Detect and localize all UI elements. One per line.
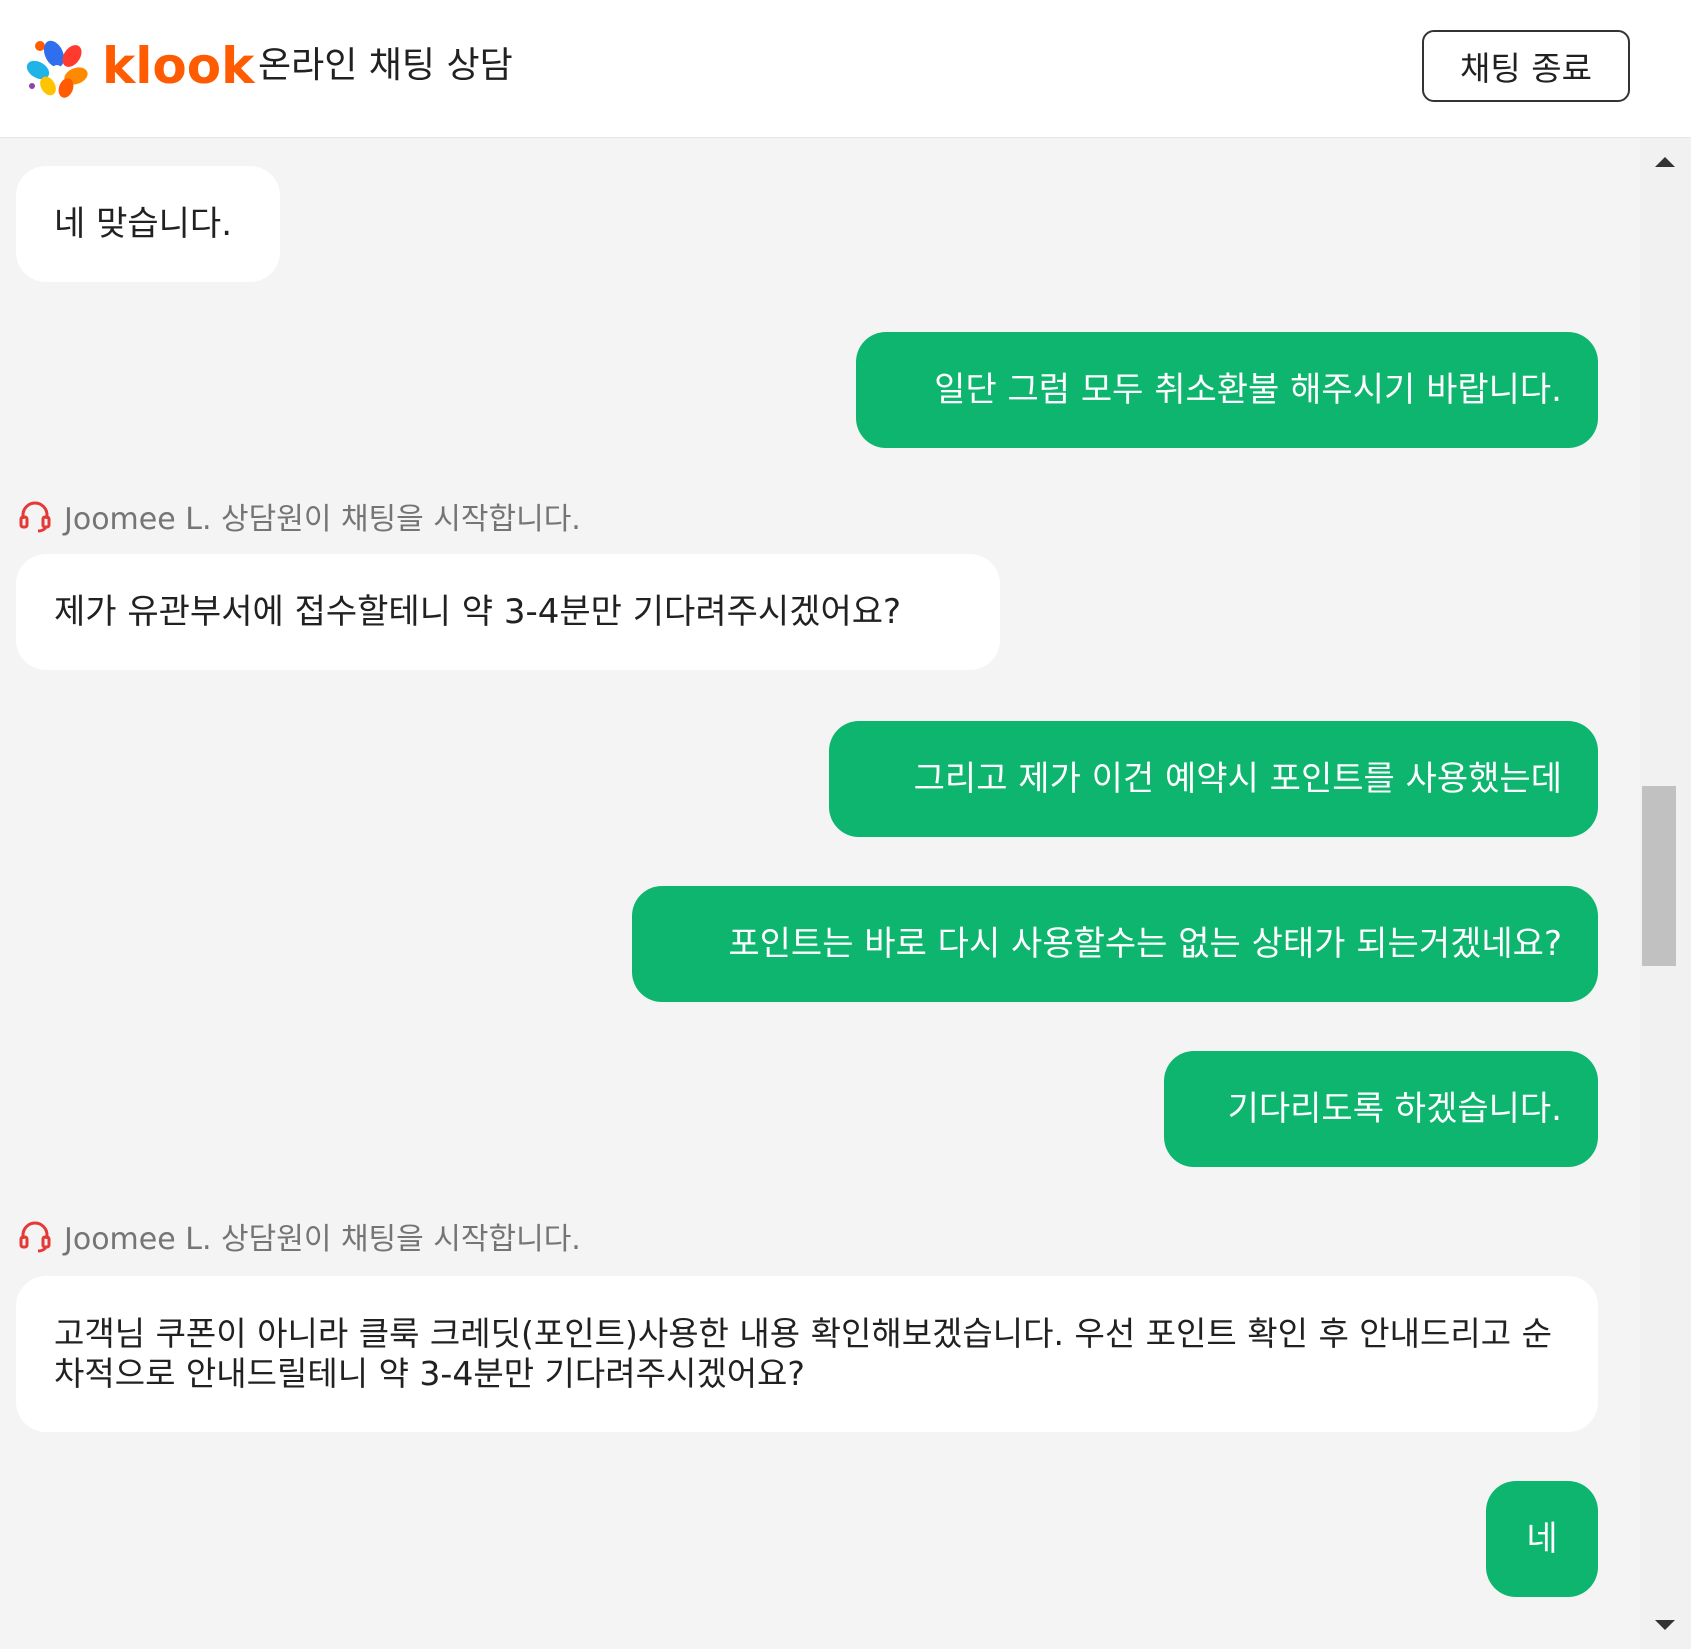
headset-icon	[19, 1221, 51, 1253]
klook-logo-icon	[26, 40, 88, 98]
chat-header: klook 온라인 채팅 상담 채팅 종료	[0, 0, 1691, 138]
scrollbar[interactable]	[1640, 138, 1691, 1649]
arrow-down-icon[interactable]	[1650, 1611, 1680, 1641]
arrow-up-icon[interactable]	[1650, 146, 1680, 176]
klook-logo-text: klook	[102, 37, 255, 95]
page-title: 온라인 채팅 상담	[258, 45, 513, 86]
agent-message: 네 맞습니다.	[16, 166, 280, 282]
message-text: 고객님 쿠폰이 아니라 클룩 크레딧(포인트)사용한 내용 확인해보겠습니다. …	[54, 1314, 1552, 1393]
user-message: 포인트는 바로 다시 사용할수는 없는 상태가 되는거겠네요?	[632, 886, 1598, 1002]
user-message: 일단 그럼 모두 취소환불 해주시기 바랍니다.	[856, 332, 1598, 448]
chat-window: klook 온라인 채팅 상담 채팅 종료 네 맞습니다. 일단 그럼 모두 취…	[0, 0, 1691, 1649]
user-message: 기다리도록 하겠습니다.	[1164, 1051, 1598, 1167]
message-text: 그리고 제가 이건 예약시 포인트를 사용했는데	[913, 759, 1562, 799]
system-message: Joomee L. 상담원이 채팅을 시작합니다.	[18, 494, 581, 538]
user-message: 그리고 제가 이건 예약시 포인트를 사용했는데	[829, 721, 1598, 837]
message-text: 네 맞습니다.	[54, 204, 233, 244]
system-text: Joomee L. 상담원이 채팅을 시작합니다.	[64, 502, 581, 537]
agent-message: 제가 유관부서에 접수할테니 약 3-4분만 기다려주시겠어요?	[16, 554, 1000, 670]
message-text: 일단 그럼 모두 취소환불 해주시기 바랍니다.	[934, 370, 1562, 410]
user-message: 네	[1486, 1481, 1598, 1597]
message-text: 네	[1526, 1519, 1558, 1559]
scrollbar-thumb[interactable]	[1642, 786, 1676, 966]
end-chat-button[interactable]: 채팅 종료	[1422, 30, 1630, 102]
agent-message: 고객님 쿠폰이 아니라 클룩 크레딧(포인트)사용한 내용 확인해보겠습니다. …	[16, 1276, 1598, 1432]
headset-icon	[19, 501, 51, 533]
message-text: 제가 유관부서에 접수할테니 약 3-4분만 기다려주시겠어요?	[54, 592, 902, 632]
message-list[interactable]: 네 맞습니다. 일단 그럼 모두 취소환불 해주시기 바랍니다. Joomee …	[0, 138, 1640, 1649]
message-text: 포인트는 바로 다시 사용할수는 없는 상태가 되는거겠네요?	[728, 924, 1562, 964]
message-text: 기다리도록 하겠습니다.	[1227, 1089, 1562, 1129]
system-text: Joomee L. 상담원이 채팅을 시작합니다.	[64, 1222, 581, 1257]
system-message: Joomee L. 상담원이 채팅을 시작합니다.	[18, 1214, 581, 1258]
